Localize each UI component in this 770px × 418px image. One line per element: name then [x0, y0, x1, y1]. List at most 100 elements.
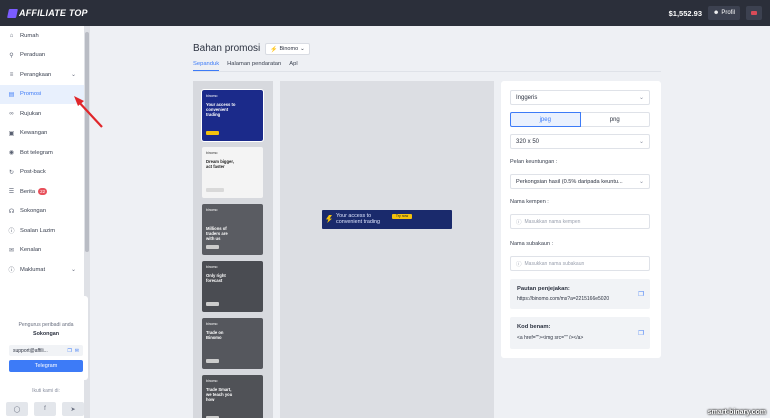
sidebar-item-kenalan[interactable]: ✉ Kenalan — [0, 241, 84, 261]
logo-mark-icon — [7, 8, 18, 18]
chevron-down-icon: ⌄ — [70, 267, 76, 274]
banner-thumbnail[interactable]: binomo Dream bigger, act faster — [202, 147, 263, 198]
trophy-icon: ⚲ — [9, 52, 14, 59]
sidebar-item-rumah[interactable]: ⌂ Rumah — [0, 26, 84, 46]
chart-icon: ≡ — [9, 71, 14, 78]
thumbnail-tag: binomo — [206, 151, 218, 155]
tracking-link-box: Pautan penjejakan: https://binomo.com/ms… — [510, 279, 650, 309]
chevron-down-icon: ⌄ — [638, 95, 644, 101]
banner-thumbnails[interactable]: binomo Your access to convenient trading… — [193, 81, 273, 418]
thumbnail-button — [206, 188, 224, 192]
sidebar-item-sokongan[interactable]: ☊ Sokongan — [0, 202, 84, 222]
telegram-icon[interactable]: ➤ — [62, 402, 84, 416]
tab-halaman-pendaratan[interactable]: Halaman pendaratan — [227, 61, 281, 71]
tab-sepanduk[interactable]: Sepanduk — [193, 61, 220, 71]
thumbnail-headline: Trade Smart, we teach you how — [206, 387, 233, 402]
sidebar-item-post-back[interactable]: ↻ Post-back — [0, 163, 84, 183]
banner-headline: Your access to convenient trading — [336, 213, 381, 225]
thumbnail-tag: binomo — [206, 379, 218, 383]
broker-select[interactable]: ⚡ Binomo ⌄ — [265, 43, 310, 55]
sidebar-item-perangkaan[interactable]: ≡ Perangkaan ⌄ — [0, 65, 84, 85]
banner-thumbnail[interactable]: binomo Trade Smart, we teach you how — [202, 375, 263, 418]
thumbnail-button — [206, 131, 219, 135]
top-right-area: $1,552.93 ☻ Profil — [669, 6, 762, 20]
tabs: Sepanduk Halaman pendaratan Apl — [193, 61, 298, 71]
sidebar-item-label: Rujukan — [20, 110, 42, 117]
settings-panel: Inggeris ⌄ jpeg png 320 x 50 ⌄ Pelan keu… — [501, 81, 661, 358]
chevron-down-icon: ⌄ — [638, 179, 644, 185]
thumbnail-tag: binomo — [206, 322, 218, 326]
broker-select-value: Binomo — [279, 46, 299, 52]
telegram-button[interactable]: Telegram — [9, 360, 83, 372]
copy-icon[interactable]: ❐ — [638, 329, 644, 337]
follow-label: Ikuti kami di: — [32, 388, 60, 394]
language-flag-button[interactable] — [746, 6, 762, 20]
sidebar-item-label: Perangkaan — [20, 71, 52, 78]
scrollbar-thumb[interactable] — [85, 32, 89, 252]
watermark: smart-binary.com — [707, 409, 766, 416]
facebook-icon[interactable]: f — [34, 402, 56, 416]
sidebar-item-soalan-lazim[interactable]: ⓘ Soalan Lazim — [0, 221, 84, 241]
thumbnail-headline: Dream bigger, act faster — [206, 159, 234, 169]
logo[interactable]: AFFILIATE TOP — [7, 8, 88, 18]
news-icon: ☰ — [8, 189, 15, 196]
user-icon: ☻ — [713, 10, 720, 16]
sidebar-item-label: Kenalan — [20, 247, 42, 254]
sidebar-item-label: Berita — [20, 188, 36, 195]
banner-thumbnail[interactable]: binomo Millions of traders are with us — [202, 204, 263, 255]
sidebar-item-label: Bot telegram — [20, 149, 53, 156]
top-bar: AFFILIATE TOP $1,552.93 ☻ Profil — [0, 0, 770, 26]
sidebar-item-label: Peraduan — [20, 52, 46, 59]
sidebar-item-bot-telegram[interactable]: ◉ Bot telegram — [0, 143, 84, 163]
tracking-link-value[interactable]: https://binomo.com/ms?a=2215166e5020 — [517, 296, 609, 302]
sidebar-item-peraduan[interactable]: ⚲ Peraduan — [0, 46, 84, 66]
banner-thumbnail[interactable]: binomo Your access to convenient trading — [201, 89, 264, 142]
mail-icon[interactable]: ✉ — [75, 348, 79, 354]
thumbnail-tag: binomo — [206, 94, 218, 98]
thumbnail-tag: binomo — [206, 265, 218, 269]
search-icon: ⓘ — [516, 261, 522, 268]
thumbnail-headline: Trade on Binomo — [206, 330, 224, 340]
copy-icon[interactable]: ❐ — [67, 348, 71, 354]
sidebar-item-label: Promosi — [20, 91, 42, 98]
lightning-icon: ⚡ — [270, 46, 278, 53]
banner-thumbnail[interactable]: binomo Only right forecast — [202, 261, 263, 312]
thumbnail-tag: binomo — [206, 208, 218, 212]
subaccount-name-placeholder: Masukkan nama subakaun — [524, 260, 585, 267]
chevron-down-icon: ⌄ — [638, 139, 644, 145]
campaign-name-placeholder: Masukkan nama kempen — [524, 218, 581, 225]
chevron-down-icon: ⌄ — [300, 46, 305, 52]
campaign-name-input[interactable]: ⓘ Masukkan nama kempen — [510, 214, 650, 229]
subaccount-name-label: Nama subakaun : — [510, 241, 554, 247]
banner-thumbnail[interactable]: binomo Trade on Binomo — [202, 318, 263, 369]
language-select-value: Inggeris — [516, 94, 538, 101]
profit-plan-value: Perkongsian hasil (0.5% daripada keuntu.… — [516, 178, 623, 185]
profile-button[interactable]: ☻ Profil — [708, 6, 740, 20]
support-email: support@affili... — [13, 347, 48, 354]
size-select-value: 320 x 50 — [516, 138, 540, 145]
embed-code-value[interactable]: <a href=""><img src="" /></a> — [517, 335, 583, 341]
tab-apl[interactable]: Apl — [289, 61, 297, 71]
link-icon: ∞ — [9, 110, 14, 117]
subaccount-name-input[interactable]: ⓘ Masukkan nama subakaun — [510, 256, 650, 271]
sidebar-item-label: Sokongan — [20, 208, 47, 215]
thumbnail-headline: Your access to convenient trading — [206, 102, 236, 117]
format-png[interactable]: png — [580, 112, 650, 127]
format-jpeg[interactable]: jpeg — [510, 112, 581, 127]
language-select[interactable]: Inggeris ⌄ — [510, 90, 650, 105]
page-title: Bahan promosi — [193, 43, 261, 54]
sidebar-item-label: Maklumat — [20, 266, 46, 273]
flag-icon — [751, 11, 757, 15]
instagram-icon[interactable]: ◯ — [6, 402, 28, 416]
headset-icon: ☊ — [8, 208, 15, 215]
sidebar-item-maklumat[interactable]: ⓘ Maklumat ⌄ — [0, 260, 84, 280]
size-select[interactable]: 320 x 50 ⌄ — [510, 134, 650, 149]
sidebar-item-label: Rumah — [20, 32, 39, 39]
bot-icon: ◉ — [8, 150, 15, 157]
mail-icon: ✉ — [8, 247, 15, 254]
copy-icon[interactable]: ❐ — [638, 290, 644, 298]
profit-plan-select[interactable]: Perkongsian hasil (0.5% daripada keuntu.… — [510, 174, 650, 189]
sidebar-item-berita[interactable]: ☰ Berita 22 — [0, 182, 84, 202]
support-email-field[interactable]: support@affili... ❐ ✉ — [9, 345, 83, 356]
refresh-icon: ↻ — [8, 169, 15, 176]
